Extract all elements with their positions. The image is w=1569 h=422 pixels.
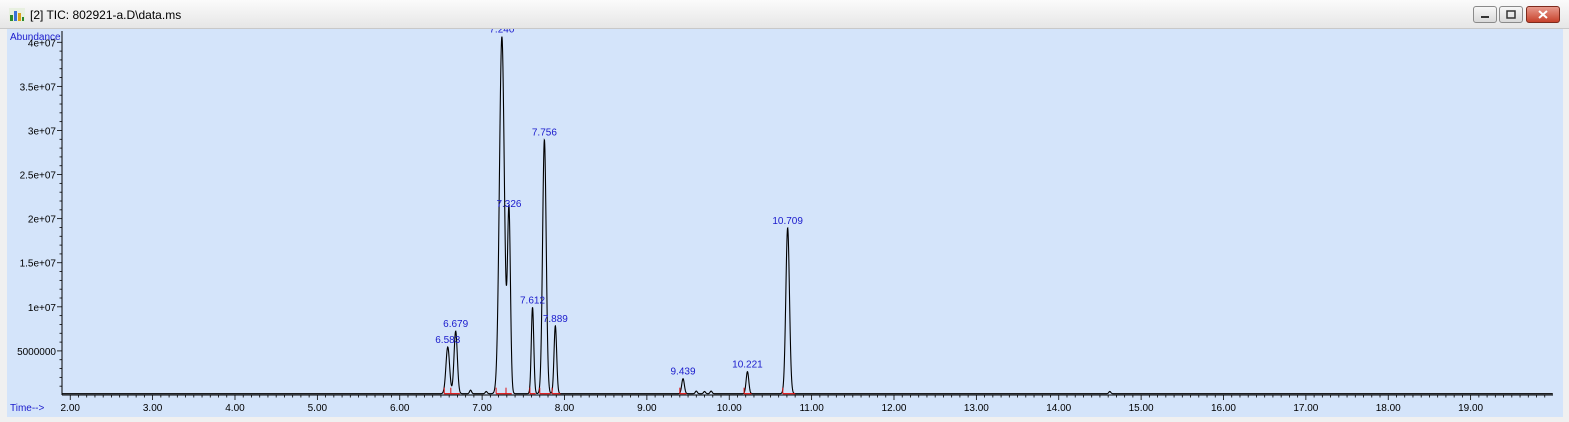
y-tick-label: 2.5e+07: [20, 171, 57, 182]
peak-label: 10.221: [732, 360, 763, 371]
peak-label: 7.889: [543, 314, 568, 325]
x-axis-label: Time-->: [10, 403, 45, 414]
x-tick-label: 19.00: [1458, 403, 1483, 414]
chart-area[interactable]: Abundance Time--> 2.00 3.00 4.00 5.00 6.00 7.…: [7, 29, 1563, 417]
chromatogram-window: [2] TIC: 802921-a.D\data.ms Abundance Ti…: [0, 0, 1569, 422]
x-tick-label: 4.00: [225, 403, 245, 414]
chromatogram-app-icon: [9, 8, 25, 22]
minimize-button[interactable]: [1473, 6, 1497, 23]
x-tick-label: 7.00: [472, 403, 492, 414]
y-tick-label: 3e+07: [28, 126, 57, 137]
peak-label: 7.240: [489, 29, 514, 36]
close-button[interactable]: [1526, 6, 1560, 23]
peak-label: 10.709: [772, 216, 803, 227]
x-tick-label: 2.00: [61, 403, 81, 414]
peak-label: 7.326: [496, 199, 521, 210]
y-tick-label: 3.5e+07: [20, 82, 57, 93]
x-tick-label: 13.00: [964, 403, 989, 414]
peak-label: 7.612: [520, 295, 545, 306]
x-tick-label: 16.00: [1211, 403, 1236, 414]
peak-label: 6.679: [443, 319, 468, 330]
close-icon: [1538, 10, 1548, 19]
x-tick-label: 9.00: [637, 403, 657, 414]
x-tick-label: 18.00: [1376, 403, 1401, 414]
y-tick-label: 4e+07: [28, 38, 57, 49]
x-tick-label: 15.00: [1129, 403, 1154, 414]
x-tick-label: 6.00: [390, 403, 410, 414]
x-tick-label: 5.00: [308, 403, 328, 414]
y-tick-label: 1e+07: [28, 303, 57, 314]
maximize-icon: [1506, 10, 1516, 19]
y-tick-label: 2e+07: [28, 215, 57, 226]
x-tick-label: 14.00: [1046, 403, 1071, 414]
y-tick-label: 5000000: [17, 347, 56, 358]
x-tick-label: 8.00: [555, 403, 575, 414]
x-tick-label: 12.00: [881, 403, 906, 414]
window-title: [2] TIC: 802921-a.D\data.ms: [30, 8, 182, 22]
y-tick-label: 1.5e+07: [20, 259, 57, 270]
title-bar[interactable]: [2] TIC: 802921-a.D\data.ms: [0, 0, 1569, 29]
peak-label: 9.439: [671, 367, 696, 378]
x-tick-label: 3.00: [143, 403, 163, 414]
chromatogram-plot[interactable]: Abundance Time--> 2.00 3.00 4.00 5.00 6.00 7.…: [7, 29, 1563, 417]
peak-label: 6.583: [435, 335, 460, 346]
minimize-icon: [1481, 16, 1489, 18]
maximize-button[interactable]: [1499, 6, 1523, 23]
x-tick-label: 10.00: [717, 403, 742, 414]
peak-label: 7.756: [532, 128, 557, 139]
x-tick-label: 17.00: [1293, 403, 1318, 414]
x-tick-label: 11.00: [799, 403, 824, 414]
